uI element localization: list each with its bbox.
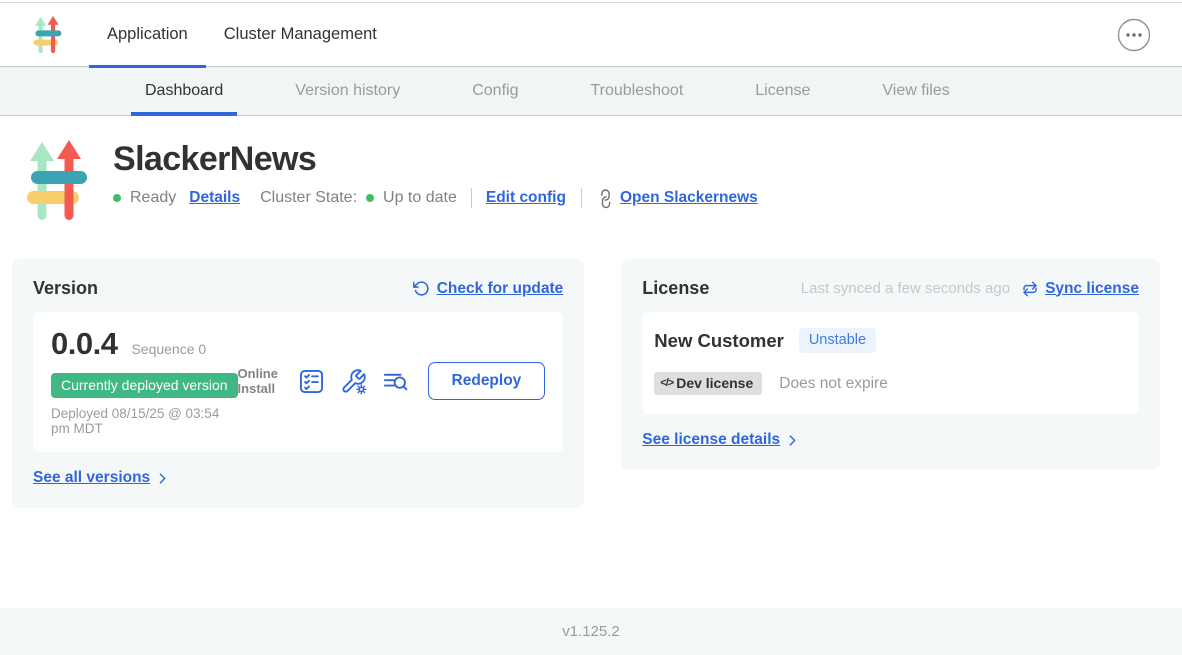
dashboard-cards: Version Check for update 0.0.4 Sequence … <box>12 259 1160 508</box>
subnav-tab-dashboard[interactable]: Dashboard <box>131 67 237 115</box>
sync-icon <box>1022 281 1038 297</box>
install-type-label: Online Install <box>238 366 283 397</box>
cluster-status-dot <box>366 194 374 202</box>
sync-license[interactable]: Sync license <box>1022 280 1139 298</box>
app-footer: v1.125.2 <box>0 608 1182 655</box>
see-all-versions-link[interactable]: See all versions <box>33 469 150 487</box>
subnav-dashboard-label: Dashboard <box>145 82 223 100</box>
sync-license-link[interactable]: Sync license <box>1045 280 1139 298</box>
expiration-text: Does not expire <box>779 375 888 393</box>
preflight-checks-icon[interactable] <box>298 368 325 395</box>
hero-text: SlackerNews Ready Details Cluster State:… <box>113 140 758 222</box>
license-card-title: License <box>642 278 709 299</box>
status-divider-2 <box>581 188 582 208</box>
last-synced-text: Last synced a few seconds ago <box>801 280 1010 297</box>
tab-cluster-management[interactable]: Cluster Management <box>206 3 395 67</box>
subnav-troubleshoot-label: Troubleshoot <box>590 82 683 100</box>
app-status-text: Ready <box>130 189 176 207</box>
page-content: SlackerNews Ready Details Cluster State:… <box>0 116 1182 608</box>
redeploy-button[interactable]: Redeploy <box>428 362 546 400</box>
cluster-state-text: Up to date <box>383 189 457 207</box>
version-card: Version Check for update 0.0.4 Sequence … <box>12 259 584 508</box>
app-logo-large-icon <box>27 140 87 222</box>
current-version-card: 0.0.4 Sequence 0 Currently deployed vers… <box>33 312 563 452</box>
edit-config-icon[interactable] <box>340 368 367 395</box>
version-card-title: Version <box>33 278 98 299</box>
main-header: Application Cluster Management <box>0 3 1182 67</box>
chevron-right-icon <box>786 433 799 448</box>
open-app-link[interactable]: Open Slackernews <box>620 189 758 207</box>
customer-name: New Customer <box>654 330 784 352</box>
license-card: License Last synced a few seconds ago Sy… <box>621 259 1160 470</box>
gear-accent <box>357 385 366 394</box>
view-diff-icon[interactable] <box>382 368 409 395</box>
see-all-versions-row: See all versions <box>33 469 563 487</box>
subnav-tab-version-history[interactable]: Version history <box>281 67 414 115</box>
subnav-tab-view-files[interactable]: View files <box>868 67 963 115</box>
subnav-tab-license[interactable]: License <box>741 67 824 115</box>
page-title: SlackerNews <box>113 141 758 178</box>
tab-application[interactable]: Application <box>89 3 206 67</box>
ellipsis-icon <box>1117 18 1151 52</box>
deployed-timestamp: Deployed 08/15/25 @ 03:54 pm MDT <box>51 407 238 436</box>
tab-cluster-management-label: Cluster Management <box>224 25 377 44</box>
code-icon: </> <box>660 377 673 389</box>
customer-row: New Customer Unstable <box>654 328 1127 353</box>
subnav-tab-config[interactable]: Config <box>458 67 532 115</box>
license-detail-card: New Customer Unstable </> Dev license Do… <box>642 312 1139 414</box>
console-version: v1.125.2 <box>562 623 620 640</box>
external-link-icon <box>593 186 617 210</box>
app-subnav: Dashboard Version history Config Trouble… <box>0 67 1182 116</box>
cluster-state-label: Cluster State: <box>260 189 357 207</box>
license-type-label: Dev license <box>676 375 753 391</box>
edit-config-link[interactable]: Edit config <box>486 189 566 207</box>
check-for-update-link[interactable]: Check for update <box>437 280 564 298</box>
tab-application-label: Application <box>107 25 188 44</box>
ellipsis-menu-button[interactable] <box>1117 18 1151 52</box>
app-hero: SlackerNews Ready Details Cluster State:… <box>0 116 1182 222</box>
subnav-view-files-label: View files <box>882 82 949 100</box>
subnav-version-history-label: Version history <box>295 82 400 100</box>
refresh-icon <box>413 280 430 297</box>
see-license-details-link[interactable]: See license details <box>642 431 780 449</box>
license-type-row: </> Dev license Does not expire <box>654 372 1127 395</box>
version-info: 0.0.4 Sequence 0 Currently deployed vers… <box>51 326 238 436</box>
channel-badge: Unstable <box>799 328 876 353</box>
license-card-header: License Last synced a few seconds ago Sy… <box>642 278 1139 299</box>
version-card-header: Version Check for update <box>33 278 563 299</box>
subnav-tab-troubleshoot[interactable]: Troubleshoot <box>576 67 697 115</box>
subnav-config-label: Config <box>472 82 518 100</box>
version-number: 0.0.4 <box>51 326 117 362</box>
chevron-right-icon <box>156 471 169 486</box>
subnav-license-label: License <box>755 82 810 100</box>
license-type-badge: </> Dev license <box>654 372 762 395</box>
app-logo-icon <box>33 16 62 54</box>
version-line: 0.0.4 Sequence 0 <box>51 326 238 362</box>
details-link[interactable]: Details <box>189 189 240 207</box>
app-status-dot <box>113 194 121 202</box>
see-license-details-row: See license details <box>642 431 1139 449</box>
version-actions: Online Install <box>238 362 546 400</box>
app-status-row: Ready Details Cluster State: Up to date … <box>113 188 758 208</box>
version-sequence: Sequence 0 <box>131 341 206 357</box>
deployed-badge: Currently deployed version <box>51 373 238 398</box>
status-divider <box>471 188 472 208</box>
check-for-update[interactable]: Check for update <box>413 280 564 298</box>
